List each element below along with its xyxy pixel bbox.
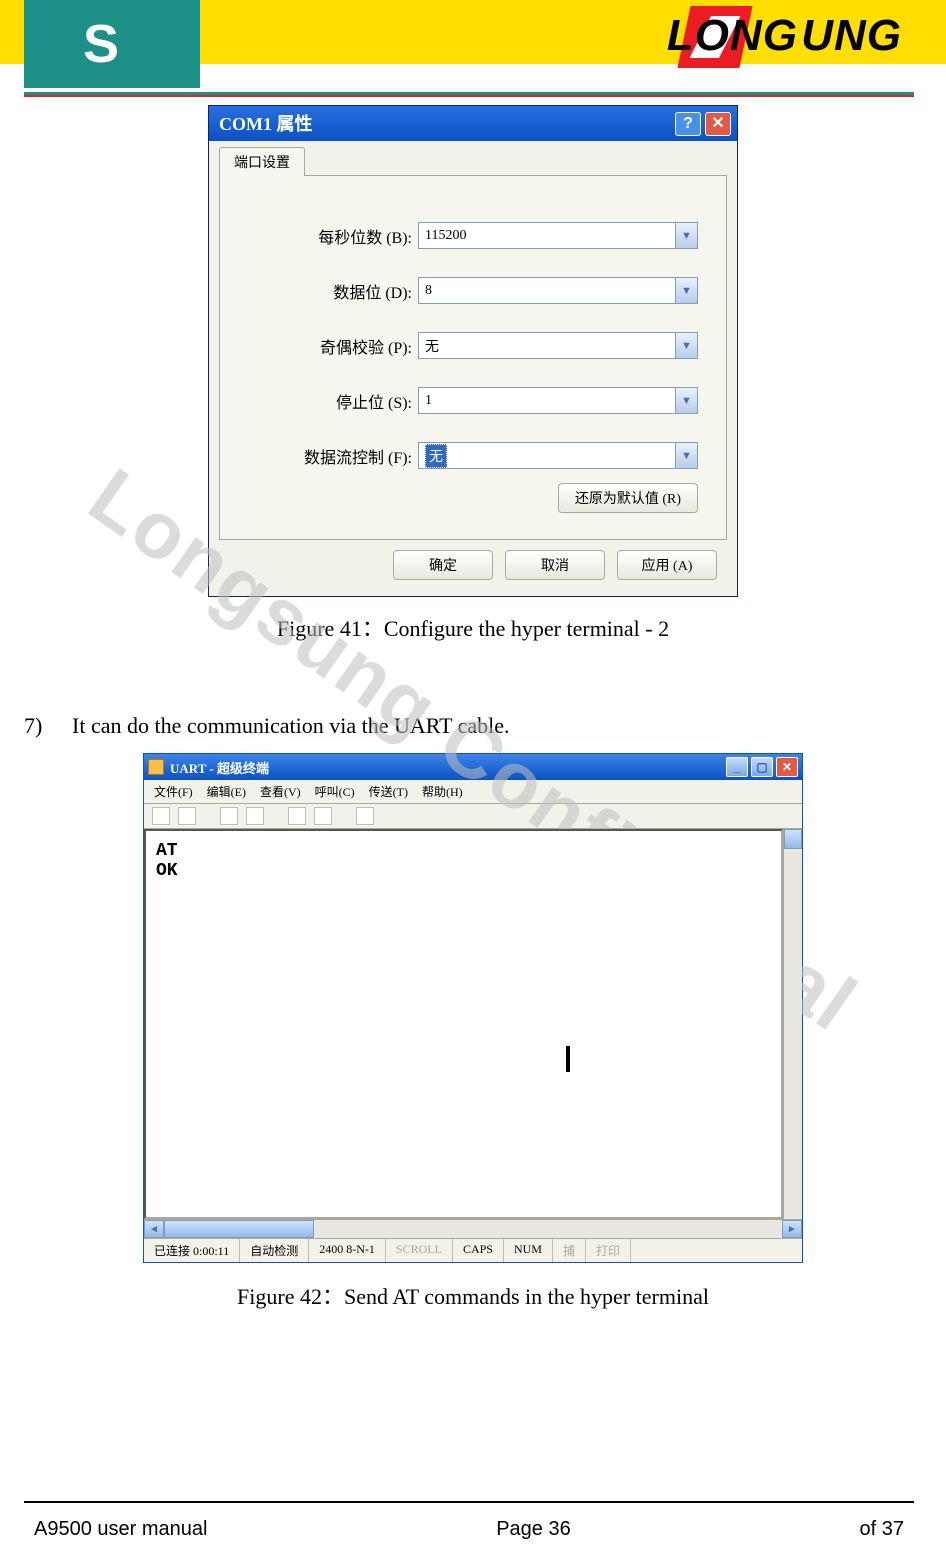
help-button[interactable]: ? <box>675 112 701 136</box>
brand-text-right: UNG <box>801 14 902 58</box>
dialog-title: COM1 属性 <box>215 115 671 133</box>
menu-help[interactable]: 帮助(H) <box>422 783 463 800</box>
text-cursor-icon <box>566 1046 570 1072</box>
flow-control-select[interactable]: 无▼ <box>418 442 698 469</box>
footer-left: A9500 user manual <box>34 1518 207 1541</box>
status-detect: 自动检测 <box>240 1239 309 1262</box>
figure42-caption: Figure 42：Send AT commands in the hyper … <box>0 1279 946 1311</box>
parity-select[interactable]: 无▼ <box>418 332 698 359</box>
tool-open-icon[interactable] <box>178 807 196 825</box>
figure41-caption: Figure 41：Configure the hyper terminal -… <box>0 611 946 643</box>
header-logo-icon: S <box>34 0 164 88</box>
header-rule-red <box>24 95 914 97</box>
status-capture: 捕 <box>553 1239 586 1262</box>
menu-transfer[interactable]: 传送(T) <box>369 783 408 800</box>
step-number: 7) <box>24 713 50 739</box>
menu-file[interactable]: 文件(F) <box>154 783 193 800</box>
ok-button[interactable]: 确定 <box>393 550 493 580</box>
vertical-scrollbar[interactable] <box>783 829 802 1219</box>
chevron-down-icon[interactable]: ▼ <box>675 333 697 358</box>
cancel-button[interactable]: 取消 <box>505 550 605 580</box>
tool-connect-icon[interactable] <box>220 807 238 825</box>
data-bits-label: 数据位 (D): <box>248 279 418 303</box>
scroll-thumb[interactable] <box>164 1220 314 1238</box>
tool-send-icon[interactable] <box>288 807 306 825</box>
menu-view[interactable]: 查看(V) <box>260 783 301 800</box>
parity-label: 奇偶校验 (P): <box>248 334 418 358</box>
minimize-button[interactable]: _ <box>726 757 748 777</box>
restore-defaults-button[interactable]: 还原为默认值 (R) <box>558 483 698 513</box>
status-caps: CAPS <box>453 1239 504 1262</box>
apply-button[interactable]: 应用 (A) <box>617 550 717 580</box>
data-bits-select[interactable]: 8▼ <box>418 277 698 304</box>
footer-right: of 37 <box>860 1518 904 1541</box>
status-bar: 已连接 0:00:11 自动检测 2400 8-N-1 SCROLL CAPS … <box>144 1238 802 1262</box>
tool-properties-icon[interactable] <box>356 807 374 825</box>
footer-rule <box>24 1501 914 1503</box>
close-button[interactable]: ✕ <box>705 112 731 136</box>
stop-bits-select[interactable]: 1▼ <box>418 387 698 414</box>
menu-edit[interactable]: 编辑(E) <box>207 783 246 800</box>
tool-receive-icon[interactable] <box>314 807 332 825</box>
status-num: NUM <box>504 1239 553 1262</box>
app-icon <box>148 759 164 775</box>
horizontal-scrollbar[interactable]: ◄ ► <box>144 1219 802 1238</box>
chevron-down-icon[interactable]: ▼ <box>675 388 697 413</box>
dialog-titlebar[interactable]: COM1 属性 ? ✕ <box>209 106 737 141</box>
flow-control-label: 数据流控制 (F): <box>248 444 418 468</box>
hyperterminal-window: UART - 超级终端 _ ▢ ✕ 文件(F) 编辑(E) 查看(V) 呼叫(C… <box>143 753 803 1263</box>
status-connected: 已连接 0:00:11 <box>144 1239 240 1262</box>
chevron-down-icon[interactable]: ▼ <box>675 443 697 468</box>
menu-bar: 文件(F) 编辑(E) 查看(V) 呼叫(C) 传送(T) 帮助(H) <box>144 780 802 804</box>
page-header: S LONG UNG <box>0 0 946 95</box>
baud-label: 每秒位数 (B): <box>248 224 418 248</box>
ht-title: UART - 超级终端 <box>170 758 723 777</box>
ht-titlebar[interactable]: UART - 超级终端 _ ▢ ✕ <box>144 754 802 780</box>
close-button[interactable]: ✕ <box>776 757 798 777</box>
scroll-thumb[interactable] <box>784 829 802 849</box>
footer-center: Page 36 <box>207 1518 859 1541</box>
tool-new-icon[interactable] <box>152 807 170 825</box>
terminal-output[interactable]: AT OK <box>144 829 783 1219</box>
baud-select[interactable]: 115200▼ <box>418 222 698 249</box>
stop-bits-label: 停止位 (S): <box>248 389 418 413</box>
brand-text-left: LONG <box>667 14 798 58</box>
chevron-down-icon[interactable]: ▼ <box>675 223 697 248</box>
status-print: 打印 <box>586 1239 631 1262</box>
step-text: It can do the communication via the UART… <box>72 713 510 739</box>
chevron-down-icon[interactable]: ▼ <box>675 278 697 303</box>
scroll-right-icon[interactable]: ► <box>782 1220 802 1238</box>
status-scroll: SCROLL <box>386 1239 453 1262</box>
tab-port-settings[interactable]: 端口设置 <box>219 147 305 176</box>
toolbar <box>144 804 802 829</box>
page-footer: A9500 user manual Page 36 of 37 <box>34 1518 904 1541</box>
com1-properties-dialog: COM1 属性 ? ✕ 端口设置 每秒位数 (B): 115200▼ 数据位 (… <box>208 105 738 597</box>
menu-call[interactable]: 呼叫(C) <box>315 783 355 800</box>
tool-disconnect-icon[interactable] <box>246 807 264 825</box>
status-config: 2400 8-N-1 <box>309 1239 386 1262</box>
maximize-button[interactable]: ▢ <box>751 757 773 777</box>
scroll-left-icon[interactable]: ◄ <box>144 1220 164 1238</box>
